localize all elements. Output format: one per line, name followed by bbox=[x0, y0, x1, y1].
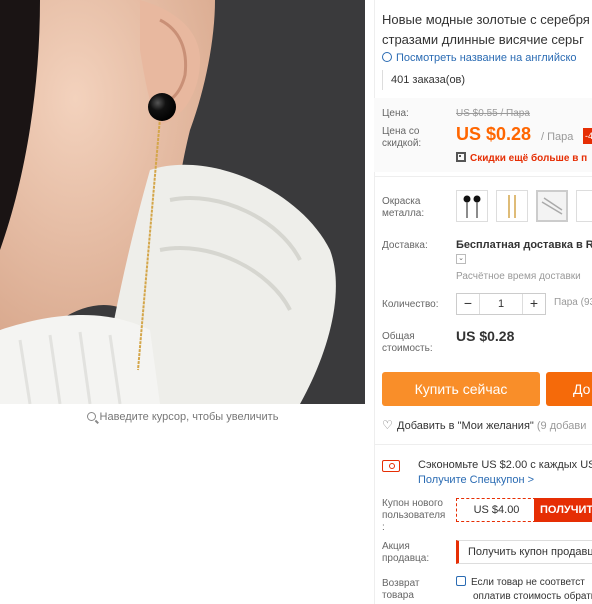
new-user-coupon-amount: US $4.00 bbox=[456, 498, 536, 522]
save-coupon-text: Сэкономьте US $2.00 с каждых US bbox=[418, 459, 592, 471]
orders-count: 401 заказа(ов) bbox=[382, 70, 473, 90]
swatch-gold-chain[interactable] bbox=[496, 190, 528, 222]
product-image[interactable] bbox=[0, 0, 365, 404]
heart-icon: ♡ bbox=[382, 418, 393, 432]
total-label: Общая стоимость: bbox=[382, 331, 433, 355]
product-title-line2: стразами длинные висячие серьг bbox=[382, 32, 584, 47]
get-new-user-coupon-button[interactable]: ПОЛУЧИТЕ bbox=[534, 498, 592, 522]
seller-label-line1: Акция bbox=[382, 541, 410, 552]
quantity-available: Пара (93 bbox=[554, 297, 592, 308]
color-label-line1: Окраска bbox=[382, 196, 421, 207]
total-price: US $0.28 bbox=[456, 328, 515, 344]
add-to-wishlist-link[interactable]: ♡ Добавить в "Мои желания" (9 добави bbox=[382, 418, 586, 432]
new-user-coupon-label: Купон нового пользователя : bbox=[382, 498, 445, 534]
add-to-cart-button[interactable]: До bbox=[546, 372, 592, 406]
zoom-hint-text: Наведите курсор, чтобы увеличить bbox=[99, 411, 279, 423]
old-price: US $0.55 / Пара bbox=[456, 108, 530, 119]
globe-icon bbox=[382, 52, 392, 62]
delivery-estimate: Расчётное время доставки bbox=[456, 271, 581, 282]
color-label-line2: металла: bbox=[382, 208, 425, 219]
app-promo-link[interactable]: Скидки ещё больше в п bbox=[456, 152, 587, 164]
delivery-label: Доставка: bbox=[382, 240, 428, 251]
seller-label-line2: продавца: bbox=[382, 553, 430, 564]
qr-code-icon bbox=[456, 152, 466, 162]
coupon-icon bbox=[382, 460, 400, 472]
product-title-line1: Новые модные золотые с серебря bbox=[382, 12, 590, 27]
chevron-down-icon[interactable]: ⌄ bbox=[456, 254, 466, 264]
new-user-label-line3: : bbox=[382, 522, 385, 533]
discount-price-label: Цена со скидкой: bbox=[382, 126, 421, 150]
app-promo-text: Скидки ещё больше в п bbox=[470, 153, 588, 164]
swatch-black-pearl[interactable] bbox=[456, 190, 488, 222]
product-title: Новые модные золотые с серебря стразами … bbox=[382, 10, 592, 50]
total-label-line2: стоимость: bbox=[382, 343, 433, 354]
translate-title-link[interactable]: Посмотреть название на английско bbox=[382, 52, 577, 64]
wishlist-count: (9 добави bbox=[536, 420, 587, 432]
metal-color-label: Окраска металла: bbox=[382, 196, 424, 220]
returns-label: Возврат товара bbox=[382, 578, 420, 602]
buy-now-button[interactable]: Купить сейчас bbox=[382, 372, 540, 406]
divider bbox=[374, 176, 592, 177]
returns-text-line2: оплатив стоимость обратн bbox=[473, 591, 592, 602]
current-price: US $0.28 bbox=[456, 124, 532, 144]
discount-label-line2: скидкой: bbox=[382, 138, 422, 149]
discount-label-line1: Цена со bbox=[382, 126, 420, 137]
quantity-input[interactable]: 1 bbox=[479, 294, 523, 314]
swatch-silver-chain[interactable] bbox=[536, 190, 568, 222]
discount-badge: -4 bbox=[583, 128, 592, 144]
translate-link-text: Посмотреть название на английско bbox=[396, 52, 577, 64]
swatch-more[interactable] bbox=[576, 190, 592, 222]
new-user-label-line1: Купон нового bbox=[382, 498, 443, 509]
divider bbox=[374, 444, 592, 445]
returns-label-line2: товара bbox=[382, 590, 414, 601]
zoom-hint: Наведите курсор, чтобы увеличить bbox=[0, 404, 365, 432]
price-label: Цена: bbox=[382, 108, 409, 119]
buyer-protection-icon bbox=[456, 576, 466, 586]
returns-text-line1: Если товар не соответст bbox=[471, 577, 585, 588]
get-special-coupon-link[interactable]: Получите Спецкупон > bbox=[418, 474, 534, 486]
delivery-option[interactable]: Бесплатная доставка в Ru bbox=[456, 239, 592, 251]
magnifier-icon bbox=[86, 412, 96, 421]
price-unit: / Пара bbox=[541, 131, 574, 143]
returns-label-line1: Возврат bbox=[382, 578, 420, 589]
get-seller-coupon-button[interactable]: Получить купон продавц bbox=[456, 540, 592, 564]
quantity-label: Количество: bbox=[382, 299, 439, 310]
new-user-label-line2: пользователя bbox=[382, 510, 446, 521]
quantity-increase-button[interactable]: + bbox=[523, 294, 545, 314]
total-label-line1: Общая bbox=[382, 331, 415, 342]
quantity-stepper: − 1 + bbox=[456, 293, 546, 315]
quantity-decrease-button[interactable]: − bbox=[457, 294, 479, 314]
product-info-panel: Новые модные золотые с серебря стразами … bbox=[374, 0, 592, 604]
returns-policy: Если товар не соответст оплатив стоимост… bbox=[456, 576, 592, 604]
seller-promo-label: Акция продавца: bbox=[382, 541, 429, 565]
wishlist-label: Добавить в "Мои желания" bbox=[397, 420, 534, 432]
